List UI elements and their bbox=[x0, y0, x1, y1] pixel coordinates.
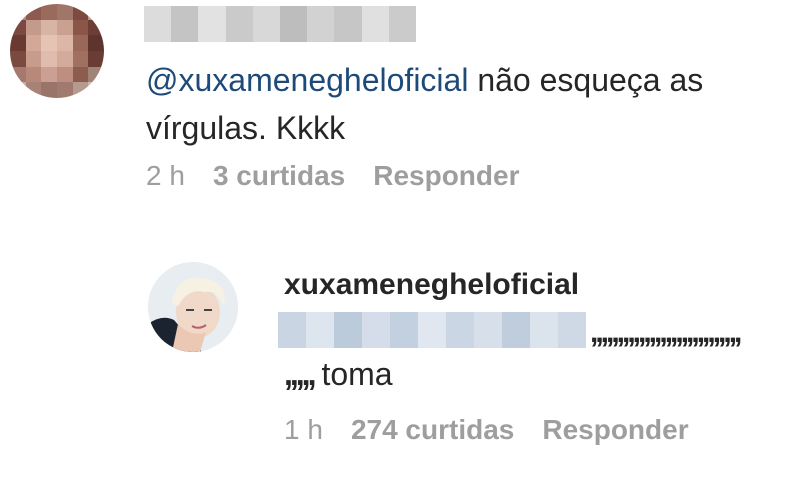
reply-reply-button[interactable]: Responder bbox=[542, 414, 688, 446]
profile-photo-icon bbox=[148, 262, 238, 352]
reply-trailing-commas: ,,,,,,,,,,,,,,,,,,,,,,,,,,,, bbox=[590, 316, 742, 349]
reply-likes-count[interactable]: 274 curtidas bbox=[351, 414, 514, 446]
reply-timestamp: 1 h bbox=[284, 414, 323, 445]
reply-avatar[interactable] bbox=[148, 262, 238, 352]
reply-lead-commas: ,,,,, bbox=[284, 356, 317, 392]
commenter-avatar-blurred[interactable] bbox=[10, 4, 104, 98]
reply-meta: 1 h 274 curtidas Responder bbox=[284, 414, 689, 446]
comment-text: @xuxameneghelo​ficial não esqueça as vír… bbox=[146, 56, 786, 152]
reply-text: toma bbox=[321, 356, 393, 392]
comment-reply-button[interactable]: Responder bbox=[373, 160, 519, 192]
comment-meta: 2 h 3 curtidas Responder bbox=[146, 160, 519, 192]
reply-text-redacted bbox=[278, 312, 586, 348]
commenter-username-redacted[interactable] bbox=[144, 6, 417, 42]
reply-username[interactable]: xuxameneghelo​ficial bbox=[284, 268, 579, 302]
comment-timestamp: 2 h bbox=[146, 160, 185, 191]
comment-likes-count[interactable]: 3 curtidas bbox=[213, 160, 345, 192]
mention-link[interactable]: @xuxameneghelo​ficial bbox=[146, 62, 468, 98]
reply-body: ,,,,, toma bbox=[284, 352, 393, 396]
